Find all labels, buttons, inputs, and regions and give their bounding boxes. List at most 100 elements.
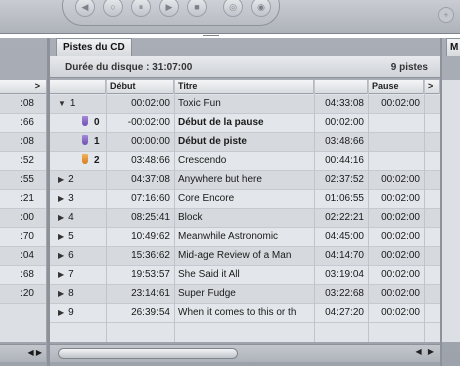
duration-cell: 00:44:16 xyxy=(325,155,364,166)
left-scrollbar[interactable]: ◀ ▶ xyxy=(0,344,46,362)
col-header-duration[interactable] xyxy=(314,80,368,94)
transport-button-4[interactable]: ▶ xyxy=(159,0,179,17)
scroll-arrows[interactable]: ◀ ▶ xyxy=(415,347,436,356)
right-partial-table xyxy=(442,80,460,342)
title-cell: Toxic Fun xyxy=(178,98,221,109)
table-row[interactable]: ▶ 6 15:36:62 Mid-age Review of a Man 04:14:7… xyxy=(50,247,440,266)
pause-cell xyxy=(368,133,420,152)
transport-button-2[interactable]: ○ xyxy=(103,0,123,17)
transport-controls: ◀ ○ ⏸ ▶ ■ ◎ ◉ xyxy=(62,0,280,26)
table-row[interactable]: 0 -00:02:00 Début de la pause 00:02:00 xyxy=(50,114,440,133)
track-number-cell: ▶ 4 xyxy=(58,209,74,228)
table-row[interactable]: ▶ 2 04:37:08 Anywhere but here 02:37:52 00:02… xyxy=(50,171,440,190)
track-number: 4 xyxy=(68,212,74,223)
pause-cell: 00:02:00 xyxy=(381,269,420,280)
pause-cell: 00:02:00 xyxy=(381,307,420,318)
disclosure-closed-icon[interactable]: ▶ xyxy=(58,232,64,241)
track-count: 9 pistes xyxy=(390,62,428,73)
title-cell: She Said it All xyxy=(178,269,240,280)
disclosure-closed-icon[interactable]: ▶ xyxy=(58,289,64,298)
track-number: 7 xyxy=(68,269,74,280)
left-partial-table: > :08:66:08:52:55:21:00:70:04:68:20 xyxy=(0,80,46,342)
transport-button-7[interactable]: ◉ xyxy=(251,0,271,17)
title-cell: Block xyxy=(178,212,203,223)
pause-cell xyxy=(368,114,420,133)
duration-cell: 03:22:68 xyxy=(325,288,364,299)
start-time-cell: 23:14:61 xyxy=(131,288,170,299)
left-time-cell: :55 xyxy=(0,171,46,190)
col-header-number[interactable] xyxy=(50,80,106,94)
transport-button-1[interactable]: ◀ xyxy=(75,0,95,17)
col-header-title[interactable]: Titre xyxy=(174,80,314,94)
title-cell: Crescendo xyxy=(178,155,227,166)
disclosure-open-icon[interactable]: ▼ xyxy=(58,99,66,108)
start-time-cell: 26:39:54 xyxy=(131,307,170,318)
column-divider xyxy=(368,80,369,342)
table-row[interactable]: ▶ 7 19:53:57 She Said it All 03:19:04 00:02:0… xyxy=(50,266,440,285)
track-number-cell: 2 xyxy=(82,152,100,171)
tab-cd-tracks[interactable]: Pistes du CD xyxy=(56,38,132,56)
transport-button-6[interactable]: ◎ xyxy=(223,0,243,17)
title-cell: Mid-age Review of a Man xyxy=(178,250,292,261)
track-number: 1 xyxy=(94,136,100,147)
start-time-cell: -00:02:00 xyxy=(127,117,170,128)
track-number: 2 xyxy=(68,174,74,185)
pause-cell: 00:02:00 xyxy=(381,174,420,185)
table-row[interactable]: 1 00:00:00 Début de piste 03:48:66 xyxy=(50,133,440,152)
tab-right-partial[interactable]: M xyxy=(446,38,460,56)
col-header-more[interactable]: > xyxy=(424,80,440,94)
orange-marker-icon[interactable] xyxy=(82,154,88,164)
disc-duration: Durée du disque : 31:07:00 xyxy=(65,62,193,73)
track-number-cell: ▶ 9 xyxy=(58,304,74,323)
disclosure-closed-icon[interactable]: ▶ xyxy=(58,308,64,317)
track-number-cell: ▶ 8 xyxy=(58,285,74,304)
left-time-cell: :66 xyxy=(0,114,46,133)
disclosure-closed-icon[interactable]: ▶ xyxy=(58,213,64,222)
disclosure-closed-icon[interactable]: ▶ xyxy=(58,270,64,279)
pause-cell: 00:02:00 xyxy=(381,250,420,261)
duration-cell: 04:27:20 xyxy=(325,307,364,318)
track-number-cell: ▶ 2 xyxy=(58,171,74,190)
duration-cell: 02:37:52 xyxy=(325,174,364,185)
table-header: Début Titre Pause > xyxy=(50,80,440,94)
disclosure-closed-icon[interactable]: ▶ xyxy=(58,194,64,203)
purple-marker-icon[interactable] xyxy=(82,116,88,126)
disclosure-closed-icon[interactable]: ▶ xyxy=(58,251,64,260)
table-row[interactable]: ▶ 4 08:25:41 Block 02:22:21 00:02:00 xyxy=(50,209,440,228)
transport-button-3[interactable]: ⏸ xyxy=(131,0,151,17)
left-scroll-arrows[interactable]: ◀ ▶ xyxy=(27,348,42,357)
col-header-pause[interactable]: Pause xyxy=(368,80,424,94)
duration-cell: 03:48:66 xyxy=(325,136,364,147)
pause-cell: 00:02:00 xyxy=(381,193,420,204)
left-time-cell: :52 xyxy=(0,152,46,171)
table-row[interactable]: ▶ 8 23:14:61 Super Fudge 03:22:68 00:02:00 xyxy=(50,285,440,304)
track-number: 8 xyxy=(68,288,74,299)
table-row[interactable]: 2 03:48:66 Crescendo 00:44:16 xyxy=(50,152,440,171)
table-row[interactable]: ▶ 9 26:39:54 When it comes to this or th 04:… xyxy=(50,304,440,323)
track-number-cell: 0 xyxy=(82,114,100,133)
disclosure-closed-icon[interactable]: ▶ xyxy=(58,175,64,184)
track-number: 3 xyxy=(68,193,74,204)
table-row[interactable]: ▼ 1 00:02:00 Toxic Fun 04:33:08 00:02:00 xyxy=(50,95,440,114)
horizontal-scrollbar[interactable]: ◀ ▶ xyxy=(50,344,440,362)
plus-icon[interactable]: + xyxy=(438,7,454,23)
left-time-cell: :00 xyxy=(0,209,46,228)
left-time-cell: :08 xyxy=(0,133,46,152)
pause-cell: 00:02:00 xyxy=(381,212,420,223)
left-time-cell: :21 xyxy=(0,190,46,209)
pause-cell: 00:02:00 xyxy=(381,231,420,242)
track-number: 2 xyxy=(94,155,100,166)
table-row[interactable]: ▶ 5 10:49:62 Meanwhile Astronomic 04:45:00 00… xyxy=(50,228,440,247)
purple-marker-icon[interactable] xyxy=(82,135,88,145)
duration-cell: 01:06:55 xyxy=(325,193,364,204)
left-header-arrow[interactable]: > xyxy=(35,81,40,91)
start-time-cell: 03:48:66 xyxy=(131,155,170,166)
column-divider xyxy=(174,80,175,342)
col-header-start[interactable]: Début xyxy=(106,80,174,94)
transport-button-5[interactable]: ■ xyxy=(187,0,207,17)
track-number-cell: ▶ 5 xyxy=(58,228,74,247)
duration-cell: 04:45:00 xyxy=(325,231,364,242)
scroll-thumb[interactable] xyxy=(58,348,238,359)
table-row[interactable]: ▶ 3 07:16:60 Core Encore 01:06:55 00:02:00 xyxy=(50,190,440,209)
pause-cell: 00:02:00 xyxy=(381,288,420,299)
